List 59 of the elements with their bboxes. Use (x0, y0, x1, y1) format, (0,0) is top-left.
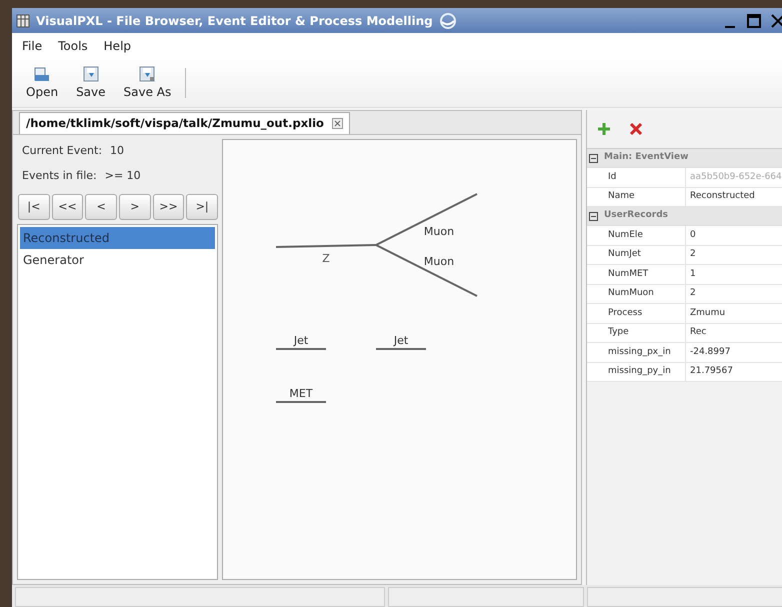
list-item[interactable]: Generator (20, 249, 215, 271)
property-value[interactable]: 2 (686, 248, 696, 262)
toolbar-button[interactable]: Save (72, 64, 110, 100)
menu-item[interactable]: Help (104, 36, 132, 54)
particle-label: Z (322, 252, 330, 265)
swirl-icon (438, 12, 457, 30)
navigation-button[interactable]: >| (186, 194, 218, 220)
property-value[interactable]: 1 (686, 268, 696, 281)
info-value: >= 10 (104, 168, 141, 184)
section-title: Main: EventView (604, 151, 688, 164)
property-value[interactable]: 2 (686, 287, 696, 300)
close-tab-icon[interactable] (332, 118, 343, 129)
property-value[interactable]: -24.8997 (686, 346, 730, 359)
navigation-button[interactable]: << (52, 194, 84, 220)
property-name: Id (602, 168, 686, 186)
section-title: UserRecords (604, 209, 668, 222)
navigation-button[interactable]: >> (152, 194, 184, 220)
collapse-icon[interactable] (589, 212, 598, 220)
particle-label: Muon (424, 255, 454, 268)
property-name: Name (602, 188, 686, 206)
particle-label: Jet (394, 334, 408, 347)
property-name: Process (602, 304, 686, 322)
property-name: NumMuon (602, 284, 686, 303)
particle-line (376, 348, 426, 350)
file-tab[interactable]: /home/tklimk/soft/vispa/talk/Zmumu_out.pxlio (19, 112, 350, 134)
navigation-button[interactable]: > (119, 194, 151, 220)
add-icon[interactable] (597, 122, 611, 136)
property-name: NumJet (602, 246, 686, 264)
delete-icon[interactable] (629, 122, 643, 136)
info-label: Events in file: (22, 168, 97, 184)
info-label: Current Event: (22, 143, 102, 159)
property-name: Type (602, 324, 686, 342)
app-icon (16, 14, 30, 28)
particle-label: MET (289, 387, 313, 400)
property-value[interactable]: Reconstructed (686, 190, 755, 204)
info-value: 10 (110, 143, 124, 159)
property-value[interactable]: Zmumu (686, 306, 726, 320)
toolbar-button[interactable]: Save As (120, 64, 176, 100)
property-name: missing_px_in (602, 343, 686, 362)
property-name: NumEle (602, 226, 686, 244)
particle-label: Muon (424, 225, 454, 238)
property-name: NumMET (602, 265, 686, 284)
save-as-icon (138, 64, 156, 82)
menu-item[interactable]: File (22, 36, 42, 54)
navigation-button[interactable]: |< (18, 194, 50, 220)
toolbar-button[interactable]: Open (22, 64, 62, 100)
property-value[interactable]: Rec (686, 326, 706, 340)
particle-line (276, 401, 326, 403)
window-title: VisualPXL - File Browser, Event Editor & Process Modelling (36, 12, 433, 30)
particle-label: Jet (294, 334, 308, 347)
property-name: missing_py_in (602, 362, 686, 381)
particle-line (276, 348, 326, 350)
list-item[interactable]: Reconstructed (20, 227, 215, 249)
menu-item[interactable]: Tools (58, 36, 88, 54)
save-icon (82, 64, 100, 82)
collapse-icon[interactable] (589, 154, 598, 162)
property-value[interactable]: 0 (686, 228, 696, 242)
property-value[interactable]: 21.79567 (686, 365, 733, 378)
navigation-button[interactable]: < (85, 194, 118, 220)
